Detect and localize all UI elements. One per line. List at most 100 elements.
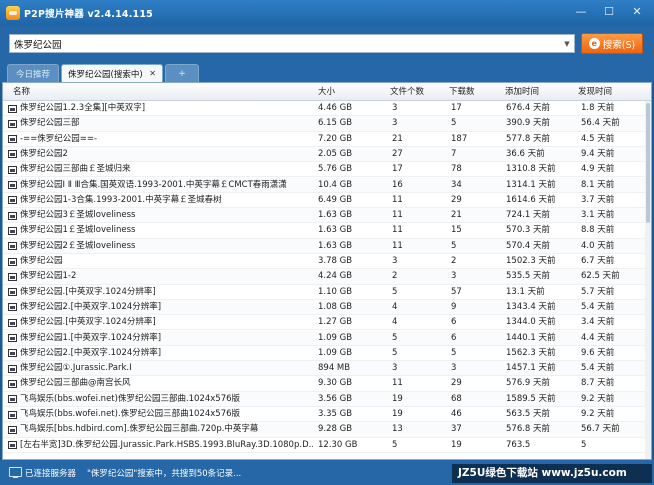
table-row[interactable]: 侏罗纪公园1-3合集.1993-2001.中英字幕￡圣城春树 6.49 GB 11 2… — [3, 193, 651, 209]
close-tab-icon[interactable]: ✕ — [149, 69, 156, 78]
row-downloads: 9 — [451, 301, 457, 312]
table-row[interactable]: 侏罗纪公园三部曲@南宫长风 9.30 GB 11 29 576.9 天前 8.7 天前 — [3, 376, 651, 392]
row-found-time: 5 — [581, 439, 587, 450]
row-downloads: 29 — [451, 194, 462, 205]
row-file-count: 13 — [392, 424, 403, 435]
row-name-cell: 侏罗纪公园 — [8, 254, 313, 269]
row-added-time: 36.6 天前 — [506, 148, 545, 159]
column-header-file-count[interactable]: 文件个数 — [388, 83, 424, 101]
site-watermark: JZ5U绿色下载站 www.jz5u.com — [452, 464, 652, 483]
row-downloads: 34 — [451, 179, 462, 190]
row-size: 5.76 GB — [318, 164, 353, 175]
row-size: 10.4 GB — [318, 179, 353, 190]
table-row[interactable]: 飞鸟娱乐[bbs.hdbird.com].侏罗纪公园三部曲.720p.中英字幕 9… — [3, 422, 651, 438]
close-icon[interactable]: ✕ — [624, 2, 650, 20]
row-size: 7.20 GB — [318, 133, 353, 144]
row-name-cell: 侏罗纪公园1.2.3全集][中英双字] — [8, 101, 313, 116]
server-connection-icon — [9, 467, 22, 478]
row-name: 侏罗纪公园 — [20, 256, 63, 266]
row-added-time: 1589.5 天前 — [506, 393, 556, 404]
table-row[interactable]: 侏罗纪公园1.[中英双字.1024分辨率] 1.09 GB 5 6 1440.1 天前 4… — [3, 330, 651, 346]
row-file-count: 27 — [392, 148, 403, 159]
table-row[interactable]: 侏罗纪公园2.[中英双字.1024分辨率] 1.08 GB 4 9 1343.4 天前 5… — [3, 299, 651, 316]
row-file-count: 19 — [392, 409, 403, 419]
row-found-time: 1.8 天前 — [581, 103, 615, 113]
row-added-time: 1502.3 天前 — [506, 256, 556, 266]
row-found-time: 9.2 天前 — [581, 409, 615, 419]
new-tab-button[interactable]: + — [165, 64, 199, 82]
table-row[interactable]: 侏罗纪公园 3.78 GB 3 2 1502.3 天前 6.7 天前 — [3, 254, 651, 270]
row-found-time: 8.1 天前 — [581, 179, 615, 190]
table-row[interactable]: 侏罗纪公园Ⅰ Ⅱ Ⅲ合集.国英双语.1993-2001.中英字幕￡CMCT春雨潇… — [3, 177, 651, 193]
vertical-scrollbar[interactable] — [645, 101, 651, 459]
table-row[interactable]: 侏罗纪公园1.2.3全集][中英双字] 4.46 GB 3 17 676.4 天前 1.8… — [3, 101, 651, 117]
row-size: 894 MB — [318, 363, 351, 374]
row-name: 侏罗纪公园Ⅰ Ⅱ Ⅲ合集.国英双语.1993-2001.中英字幕￡CMCT春雨潇… — [20, 179, 287, 190]
chevron-down-icon[interactable]: ▼ — [560, 35, 574, 52]
row-size: 3.56 GB — [318, 393, 353, 404]
row-downloads: 68 — [451, 393, 462, 404]
row-file-count: 11 — [392, 210, 403, 221]
table-row[interactable]: 侏罗纪公园2 2.05 GB 27 7 36.6 天前 9.4 天前 — [3, 146, 651, 163]
table-row[interactable]: 侏罗纪公园1-2 4.24 GB 2 3 535.5 天前 62.5 天前 — [3, 269, 651, 285]
row-downloads: 6 — [451, 317, 457, 328]
table-row[interactable]: -==侏罗纪公园==- 7.20 GB 21 187 577.8 天前 4.5 天前 — [3, 132, 651, 147]
search-input[interactable] — [10, 38, 560, 49]
row-file-count: 4 — [392, 317, 398, 328]
row-name: [左右半宽]3D.侏罗纪公园.Jurassic.Park.HSBS.1993.B… — [20, 439, 313, 450]
row-added-time: 535.5 天前 — [506, 271, 551, 282]
column-header-name[interactable]: 名称 — [11, 83, 30, 101]
column-header-found-time[interactable]: 发现时间 — [576, 83, 612, 101]
column-header-size[interactable]: 大小 — [316, 83, 335, 101]
app-logo-icon — [6, 6, 20, 20]
column-header-added-time[interactable]: 添加时间 — [503, 83, 539, 101]
table-row[interactable]: 侏罗纪公园三部曲￡圣城归来 5.76 GB 17 78 1310.8 天前 4.9 天前 — [3, 162, 651, 178]
table-row[interactable]: 侏罗纪公园2￡圣城loveliness 1.63 GB 11 5 570.4 天前 4.0… — [3, 238, 651, 254]
row-name: 侏罗纪公园1￡圣城loveliness — [20, 225, 136, 236]
row-added-time: 570.3 天前 — [506, 225, 551, 236]
title-bar: P2P搜片神器 v2.4.14.115 — ☐ ✕ — [0, 0, 654, 26]
column-header-downloads[interactable]: 下载数 — [447, 83, 475, 101]
table-row[interactable]: [左右半宽]3D.侏罗纪公园.Jurassic.Park.HSBS.1993.B… — [3, 438, 651, 453]
minimize-icon[interactable]: — — [568, 2, 594, 20]
row-name: 侏罗纪公园2.[中英双字.1024分辨率] — [20, 347, 162, 358]
table-row[interactable]: 侏罗纪公园.[中英双字.1024分辨率] 1.27 GB 4 6 1344.0 天前 3.… — [3, 315, 651, 331]
video-file-icon — [8, 425, 17, 434]
row-downloads: 3 — [451, 271, 457, 282]
tab-today-recommend[interactable]: 今日推荐 — [7, 64, 59, 82]
row-name-cell: -==侏罗纪公园==- — [8, 132, 313, 147]
row-added-time: 676.4 天前 — [506, 103, 551, 113]
row-downloads: 37 — [451, 424, 462, 435]
video-file-icon — [8, 196, 17, 205]
row-size: 1.08 GB — [318, 301, 353, 312]
table-row[interactable]: 侏罗纪公园2.[中英双字.1024分辨率] 1.09 GB 5 5 1562.3 天前 9… — [3, 346, 651, 362]
search-button[interactable]: e 搜索(S) — [581, 33, 643, 54]
table-row[interactable]: 飞鸟娱乐(bbs.wofei.net).侏罗纪公园三部曲1024x576版 3.3… — [3, 407, 651, 423]
row-name-cell: 侏罗纪公园①.Jurassic.Park.Ⅰ — [8, 361, 313, 376]
row-added-time: 570.4 天前 — [506, 240, 551, 251]
row-found-time: 8.7 天前 — [581, 378, 615, 389]
tab-search-result[interactable]: 侏罗纪公园(搜索中) ✕ — [61, 64, 163, 82]
table-row[interactable]: 侏罗纪公园.[中英双字.1024分辨率] 1.10 GB 5 57 13.1 天前 5.7… — [3, 285, 651, 300]
row-found-time: 5.4 天前 — [581, 363, 615, 374]
row-name: 侏罗纪公园三部曲￡圣城归来 — [20, 164, 131, 175]
row-file-count: 11 — [392, 378, 403, 389]
row-found-time: 9.2 天前 — [581, 393, 615, 404]
connection-status: 已连接服务器 — [25, 469, 77, 479]
table-row[interactable]: 侏罗纪公园①.Jurassic.Park.Ⅰ 894 MB 3 3 1457.1 天前 5… — [3, 361, 651, 377]
row-downloads: 2 — [451, 256, 457, 266]
row-size: 6.49 GB — [318, 194, 353, 205]
table-row[interactable]: 侏罗纪公园三部 6.15 GB 3 5 390.9 天前 56.4 天前 — [3, 116, 651, 132]
video-file-icon — [8, 379, 17, 388]
table-row[interactable]: 侏罗纪公园1￡圣城loveliness 1.63 GB 11 15 570.3 天前 8.… — [3, 223, 651, 239]
table-row[interactable]: 飞鸟娱乐(bbs.wofei.net)侏罗纪公园三部曲.1024x576版 3.5… — [3, 391, 651, 407]
scrollbar-thumb[interactable] — [646, 103, 650, 223]
table-row[interactable]: 侏罗纪公园3￡圣城loveliness 1.63 GB 11 21 724.1 天前 3.… — [3, 208, 651, 224]
row-added-time: 1457.1 天前 — [506, 363, 556, 374]
row-downloads: 6 — [451, 332, 457, 343]
maximize-icon[interactable]: ☐ — [596, 2, 622, 20]
row-added-time: 563.5 天前 — [506, 409, 551, 419]
row-file-count: 17 — [392, 164, 403, 175]
row-name: 侏罗纪公园1-3合集.1993-2001.中英字幕￡圣城春树 — [20, 194, 222, 205]
video-file-icon — [8, 165, 17, 174]
